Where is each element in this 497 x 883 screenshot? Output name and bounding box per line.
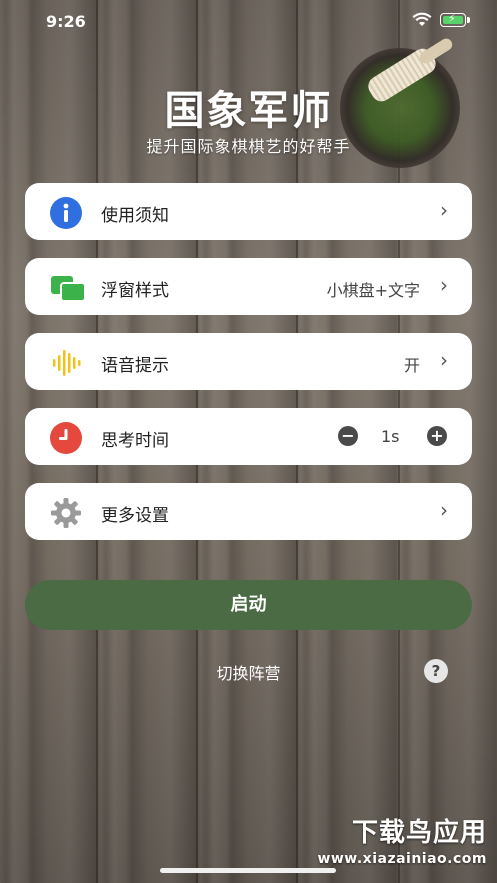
float-style-row[interactable]: 浮窗样式 小棋盘+文字 › (25, 258, 472, 315)
chevron-right-icon: › (440, 498, 448, 522)
think-time-label: 思考时间 (101, 431, 169, 451)
think-time-value: 1s (381, 427, 400, 446)
windows-icon (50, 272, 86, 304)
battery-icon: ⚡ (440, 12, 470, 27)
chevron-right-icon: › (440, 198, 448, 222)
watermark: 下载鸟应用 www.xiazainiao.com (317, 812, 487, 867)
increase-time-button[interactable]: + (427, 426, 447, 446)
gear-icon (50, 497, 82, 529)
chevron-right-icon: › (440, 348, 448, 372)
app-subtitle: 提升国际象棋棋艺的好帮手 (146, 137, 351, 156)
notice-row[interactable]: 使用须知 › (25, 183, 472, 240)
float-style-value: 小棋盘+文字 (326, 281, 420, 300)
info-icon (50, 197, 82, 229)
watermark-brand: 下载鸟应用 (351, 818, 487, 848)
chevron-right-icon: › (440, 273, 448, 297)
status-time: 9:26 (46, 12, 86, 31)
think-time-row: 思考时间 − 1s + (25, 408, 472, 465)
watermark-url: www.xiazainiao.com (317, 851, 487, 867)
more-settings-row[interactable]: 更多设置 › (25, 483, 472, 540)
notice-label: 使用须知 (101, 206, 169, 226)
voice-row[interactable]: 语音提示 开 › (25, 333, 472, 390)
status-bar: 9:26 ⚡ (0, 0, 497, 44)
launch-button[interactable]: 启动 (25, 580, 472, 630)
switch-side-link[interactable]: 切换阵营 (0, 660, 497, 684)
float-style-label: 浮窗样式 (101, 281, 169, 301)
clock-icon (50, 422, 82, 454)
voice-label: 语音提示 (101, 356, 169, 376)
voice-value: 开 (403, 356, 420, 375)
decrease-time-button[interactable]: − (338, 426, 358, 446)
more-settings-label: 更多设置 (101, 506, 169, 526)
sound-wave-icon (50, 347, 82, 379)
help-icon[interactable]: ? (424, 659, 448, 683)
home-indicator (160, 868, 336, 873)
app-title: 国象军师 (164, 88, 333, 134)
wifi-icon (412, 12, 432, 32)
